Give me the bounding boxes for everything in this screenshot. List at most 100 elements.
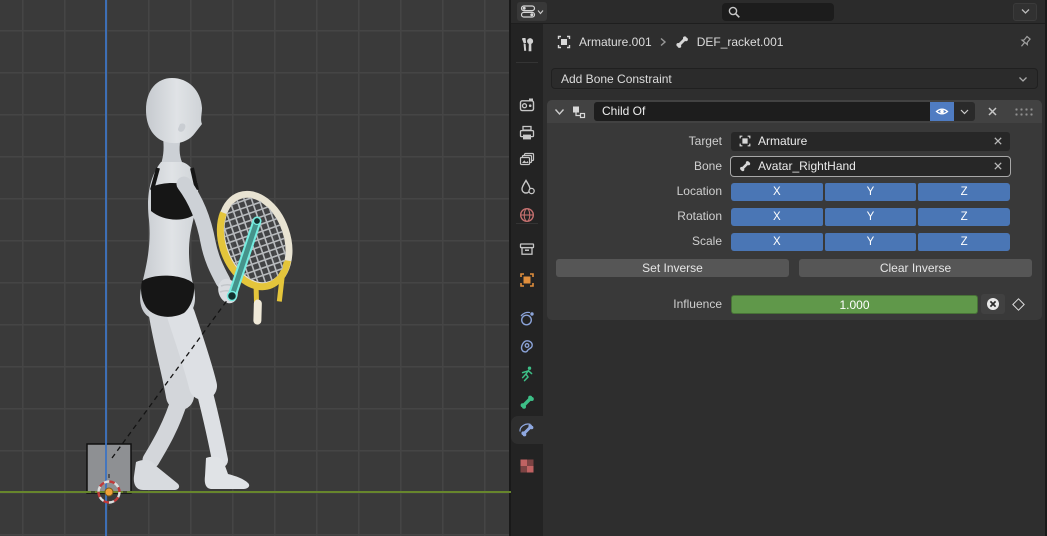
object-icon: [518, 271, 536, 289]
object-origin-dot: [105, 488, 113, 496]
constraint-delete-button[interactable]: [987, 106, 998, 117]
rotation-z-toggle[interactable]: Z: [918, 208, 1010, 226]
search-icon: [727, 5, 741, 19]
tab-output[interactable]: [511, 119, 543, 146]
close-icon: [987, 106, 998, 117]
set-inverse-button[interactable]: Set Inverse: [556, 259, 789, 277]
tab-render[interactable]: [511, 91, 543, 118]
add-bone-constraint-label: Add Bone Constraint: [561, 72, 672, 86]
scale-x-toggle[interactable]: X: [731, 233, 823, 251]
breadcrumb-bone[interactable]: DEF_racket.001: [697, 35, 784, 49]
constraint-header: Child Of: [547, 100, 1042, 123]
insert-keyframe-diamond-icon[interactable]: [1012, 298, 1025, 311]
bone-field[interactable]: Avatar_RightHand: [731, 157, 1010, 176]
armature-data-icon: [518, 365, 536, 383]
child-of-constraint-panel: Child Of: [547, 100, 1042, 320]
rotation-x-toggle[interactable]: X: [731, 208, 823, 226]
render-icon: [518, 96, 536, 114]
tab-object-data[interactable]: [511, 360, 543, 387]
clear-bone-icon[interactable]: [993, 161, 1003, 171]
constraint-name-field[interactable]: Child Of: [594, 102, 930, 121]
bone-icon: [518, 393, 536, 411]
circle-x-icon: [986, 297, 1000, 311]
clear-target-icon[interactable]: [993, 136, 1003, 146]
chevron-right-icon: [659, 37, 667, 47]
archive-box-icon: [518, 240, 536, 258]
bone-constraint-icon: [518, 421, 536, 439]
location-label: Location: [547, 184, 731, 198]
tab-physics[interactable]: [511, 305, 543, 332]
influence-animate-button[interactable]: [981, 294, 1005, 314]
tennis-racket[interactable]: [208, 185, 310, 323]
tab-object[interactable]: [511, 266, 543, 293]
tab-texture[interactable]: [511, 452, 543, 479]
tab-separator: [516, 223, 538, 224]
properties-editor-icon: [520, 3, 536, 20]
chevron-down-icon: [1021, 8, 1030, 15]
target-label: Target: [547, 134, 731, 148]
object-constraints-icon: [518, 338, 536, 356]
viewport-scene: [0, 0, 511, 536]
tab-scene[interactable]: [511, 173, 543, 200]
object-icon: [556, 34, 572, 50]
child-of-icon: [570, 104, 586, 120]
header-menu-button[interactable]: [1013, 3, 1037, 21]
object-icon: [738, 134, 752, 148]
tab-collection[interactable]: [511, 235, 543, 262]
tool-icon: [518, 36, 536, 54]
rotation-y-toggle[interactable]: Y: [825, 208, 917, 226]
target-value: Armature: [758, 134, 987, 148]
scale-z-toggle[interactable]: Z: [918, 233, 1010, 251]
pin-icon: [1017, 34, 1033, 50]
rotation-label: Rotation: [547, 209, 731, 223]
constraint-drag-handle[interactable]: [1014, 107, 1033, 117]
printer-icon: [518, 124, 536, 142]
location-z-toggle[interactable]: Z: [918, 183, 1010, 201]
pin-button[interactable]: [1017, 34, 1033, 55]
character-back-shin: [151, 398, 180, 460]
tab-object-constraints[interactable]: [511, 333, 543, 360]
tab-tool[interactable]: [511, 31, 543, 58]
target-field[interactable]: Armature: [731, 132, 1010, 151]
layers-icon: [518, 151, 536, 169]
chevron-down-icon: [537, 9, 544, 15]
scale-label: Scale: [547, 234, 731, 248]
properties-tab-strip: [511, 24, 543, 536]
eye-icon: [935, 106, 949, 117]
scale-y-toggle[interactable]: Y: [825, 233, 917, 251]
add-bone-constraint-dropdown[interactable]: Add Bone Constraint: [551, 68, 1038, 89]
expand-chevron-icon[interactable]: [554, 108, 565, 116]
bone-constraint-panel-area: Armature.001 DEF_racket.001: [543, 24, 1045, 536]
tab-separator: [516, 62, 538, 63]
cube-object[interactable]: [87, 444, 131, 493]
scene-icon: [518, 178, 536, 196]
texture-checker-icon: [518, 457, 536, 475]
properties-editor: Armature.001 DEF_racket.001: [511, 0, 1045, 536]
constraint-extras-dropdown[interactable]: [954, 102, 975, 121]
search-input[interactable]: [741, 5, 827, 19]
character-head: [146, 78, 202, 143]
tab-bone-constraint[interactable]: [511, 416, 543, 444]
bone-value: Avatar_RightHand: [758, 159, 987, 173]
viewport-3d[interactable]: [0, 0, 511, 536]
location-y-toggle[interactable]: Y: [825, 183, 917, 201]
breadcrumb: Armature.001 DEF_racket.001: [543, 24, 1045, 60]
editor-type-button[interactable]: [517, 2, 547, 21]
constraint-enable-toggle[interactable]: [930, 102, 954, 121]
search-field[interactable]: [722, 3, 834, 21]
bone-label: Bone: [547, 159, 731, 173]
properties-header-bar: [511, 0, 1045, 24]
bone-icon: [738, 159, 752, 173]
racket-handle: [252, 304, 263, 321]
globe-icon: [518, 206, 536, 224]
chevron-down-icon: [1018, 76, 1028, 83]
breadcrumb-object[interactable]: Armature.001: [579, 35, 652, 49]
clear-inverse-button[interactable]: Clear Inverse: [799, 259, 1032, 277]
tab-bone[interactable]: [511, 388, 543, 415]
blender-window: Armature.001 DEF_racket.001: [0, 0, 1047, 536]
character-front-shin: [203, 386, 220, 460]
bone-icon: [674, 34, 690, 50]
influence-slider[interactable]: 1.000: [731, 295, 978, 314]
location-x-toggle[interactable]: X: [731, 183, 823, 201]
tab-view-layer[interactable]: [511, 146, 543, 173]
